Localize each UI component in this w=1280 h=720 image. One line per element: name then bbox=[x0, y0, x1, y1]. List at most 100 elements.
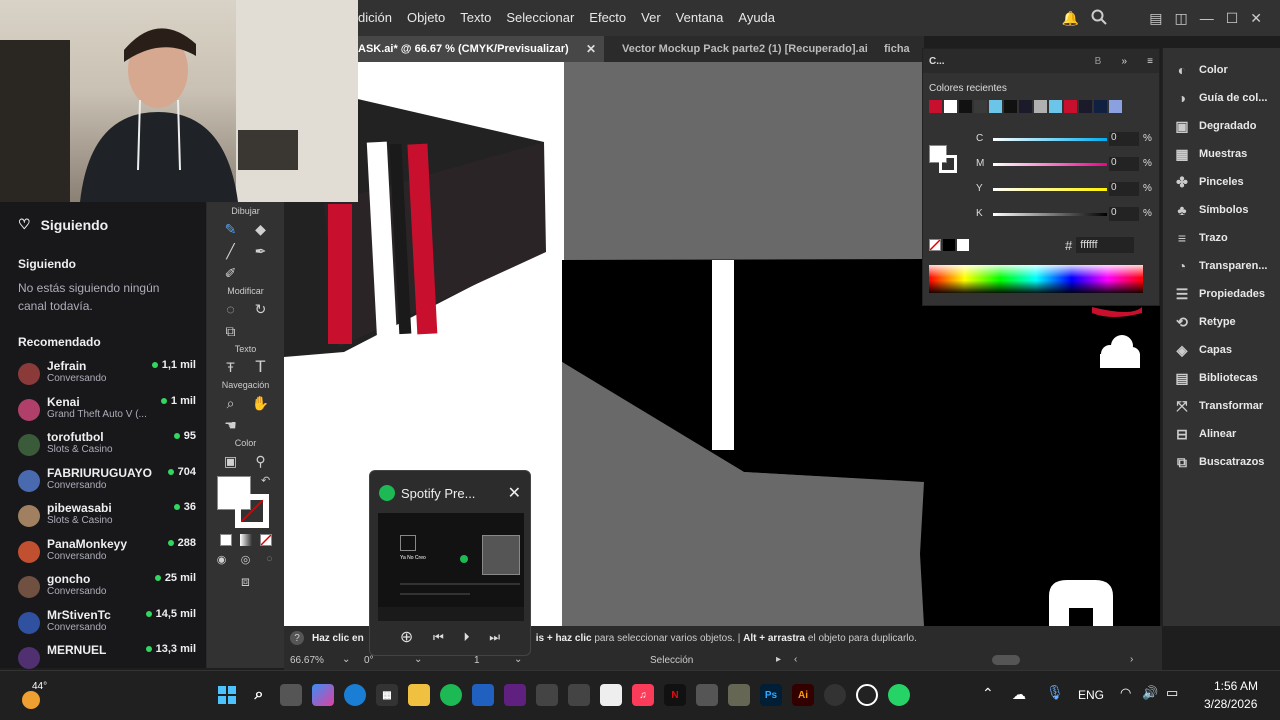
panel-item[interactable]: ◔ Transparen... bbox=[1163, 252, 1280, 280]
menu-select[interactable]: Seleccionar bbox=[506, 10, 574, 25]
recent-color-swatch[interactable] bbox=[1094, 100, 1107, 113]
play-pause-icon[interactable]: ⏵ bbox=[464, 630, 470, 645]
scroll-left-icon[interactable]: ‹ bbox=[794, 654, 797, 665]
following-header[interactable]: ♡ Siguiendo bbox=[0, 202, 206, 247]
pen-icon[interactable]: ✒ bbox=[252, 242, 270, 260]
tab-document-2[interactable]: Vector Mockup Pack parte2 (1) [Recuperad… bbox=[604, 36, 876, 62]
pencil-icon[interactable]: ✎ bbox=[222, 220, 240, 238]
rotate-icon[interactable]: ↻ bbox=[252, 300, 270, 318]
tab-color[interactable]: C... bbox=[929, 56, 945, 67]
panel-item[interactable]: ◑ Guía de col... bbox=[1163, 84, 1280, 112]
menu-effect[interactable]: Efecto bbox=[589, 10, 626, 25]
cmyk-slider[interactable]: C 0% bbox=[959, 132, 1152, 147]
arrange-icon[interactable]: ◫ bbox=[1174, 10, 1187, 27]
slider-track[interactable] bbox=[993, 188, 1107, 191]
spotify-icon[interactable] bbox=[440, 684, 462, 706]
previous-icon[interactable]: ⏮ bbox=[433, 630, 444, 645]
photoshop-icon[interactable]: Ps bbox=[760, 684, 782, 706]
netflix-icon[interactable]: N bbox=[664, 684, 686, 706]
spotify-thumbnail[interactable]: Ya No Creo bbox=[378, 513, 524, 621]
channel-item[interactable]: Kenai Grand Theft Auto V (... 1 mil bbox=[0, 395, 206, 431]
channel-item[interactable]: MrStivenTc Conversando 14,5 mil bbox=[0, 608, 206, 644]
search-icon[interactable]: ⌕ bbox=[248, 684, 270, 706]
recent-color-swatch[interactable] bbox=[1049, 100, 1062, 113]
tab-other[interactable]: B bbox=[1095, 56, 1102, 67]
shape-builder-icon[interactable]: ⧉ bbox=[222, 322, 240, 340]
panel-item[interactable]: ⟲ Retype bbox=[1163, 308, 1280, 336]
add-icon[interactable]: ⊕ bbox=[400, 627, 413, 647]
battery-icon[interactable]: ▭ bbox=[1166, 685, 1178, 701]
draw-inside-icon[interactable]: ○ bbox=[261, 550, 279, 568]
channel-item[interactable]: goncho Conversando 25 mil bbox=[0, 572, 206, 608]
file-explorer-icon[interactable] bbox=[408, 684, 430, 706]
type-on-path-icon[interactable]: Ŧ bbox=[222, 358, 240, 376]
slider-value[interactable]: 0 bbox=[1109, 207, 1139, 221]
panel-item[interactable]: ♣ Símbolos bbox=[1163, 196, 1280, 224]
volume-icon[interactable]: 🔊 bbox=[1142, 685, 1158, 701]
rotation-value[interactable]: 0° bbox=[364, 655, 374, 666]
channel-item[interactable]: FABRIURUGUAYO Conversando 704 bbox=[0, 466, 206, 502]
none-swatch[interactable] bbox=[929, 239, 941, 251]
minimize-icon[interactable]: — bbox=[1200, 10, 1214, 26]
panel-expand-icon[interactable]: » bbox=[1121, 56, 1127, 67]
none-mode-icon[interactable] bbox=[259, 534, 272, 546]
app-icon-6[interactable] bbox=[856, 684, 878, 706]
channel-item[interactable]: Jefrain Conversando 1,1 mil bbox=[0, 359, 206, 395]
workspace-icon[interactable]: ▤ bbox=[1149, 10, 1162, 27]
illustrator-icon[interactable]: Ai bbox=[792, 684, 814, 706]
maximize-icon[interactable]: ☐ bbox=[1226, 10, 1239, 27]
start-icon[interactable] bbox=[216, 684, 238, 706]
panel-item[interactable]: ▣ Degradado bbox=[1163, 112, 1280, 140]
close-icon[interactable]: ✕ bbox=[508, 483, 521, 503]
calculator-icon[interactable] bbox=[696, 684, 718, 706]
panel-item[interactable]: ▤ Bibliotecas bbox=[1163, 364, 1280, 392]
stroke-swatch[interactable] bbox=[235, 494, 269, 528]
panel-item[interactable]: ⊟ Alinear bbox=[1163, 420, 1280, 448]
type-icon[interactable]: T bbox=[252, 357, 270, 376]
defender-icon[interactable] bbox=[472, 684, 494, 706]
panel-item[interactable]: ◐ Color bbox=[1163, 56, 1280, 84]
slider-track[interactable] bbox=[993, 213, 1107, 216]
tool-menu-arrow-icon[interactable]: ▸ bbox=[776, 654, 781, 665]
channel-item[interactable]: PanaMonkeyy Conversando 288 bbox=[0, 537, 206, 573]
panel-item[interactable]: ✤ Pinceles bbox=[1163, 168, 1280, 196]
menu-view[interactable]: Ver bbox=[641, 10, 661, 25]
scroll-right-icon[interactable]: › bbox=[1130, 654, 1133, 665]
screen-mode-icon[interactable]: ⧈ bbox=[237, 572, 255, 590]
menu-object[interactable]: Objeto bbox=[407, 10, 445, 25]
menu-edit[interactable]: dición bbox=[358, 10, 392, 25]
task-view-icon[interactable] bbox=[280, 684, 302, 706]
recent-color-swatch[interactable] bbox=[1064, 100, 1077, 113]
microphone-icon[interactable]: 🎙 bbox=[1046, 684, 1064, 701]
eyedropper-icon[interactable]: ⚲ bbox=[252, 452, 270, 470]
store-icon[interactable]: ▦ bbox=[376, 684, 398, 706]
recent-color-swatch[interactable] bbox=[1019, 100, 1032, 113]
app-icon-5[interactable] bbox=[728, 684, 750, 706]
whatsapp-icon[interactable] bbox=[888, 684, 910, 706]
notifications-icon[interactable]: 🔔 bbox=[1062, 10, 1079, 27]
zoom-dropdown-icon[interactable]: ⌄ bbox=[342, 654, 350, 665]
menu-help[interactable]: Ayuda bbox=[738, 10, 775, 25]
app-icon-2[interactable] bbox=[536, 684, 558, 706]
tray-chevron-icon[interactable]: ⌃ bbox=[982, 685, 994, 702]
lasso-icon[interactable]: ◌ bbox=[222, 300, 240, 318]
cmyk-slider[interactable]: M 0% bbox=[959, 157, 1152, 172]
slider-value[interactable]: 0 bbox=[1109, 132, 1139, 146]
hex-field[interactable]: # ffffff bbox=[1065, 237, 1135, 253]
weather-widget[interactable]: 44° bbox=[20, 679, 50, 713]
app-icon-1[interactable] bbox=[504, 684, 526, 706]
recent-color-swatch[interactable] bbox=[1004, 100, 1017, 113]
search-icon[interactable] bbox=[1091, 9, 1107, 28]
panel-menu-icon[interactable]: ≡ bbox=[1147, 56, 1153, 67]
gradient-tool-icon[interactable]: ▣ bbox=[222, 452, 240, 470]
recent-color-swatch[interactable] bbox=[944, 100, 957, 113]
spotify-preview[interactable]: Spotify Pre... ✕ Ya No Creo ⊕ ⏮ ⏵ ⏭ bbox=[369, 470, 531, 656]
recent-color-swatch[interactable] bbox=[929, 100, 942, 113]
hex-value[interactable]: ffffff bbox=[1076, 237, 1135, 253]
channel-item[interactable]: pibewasabi Slots & Casino 36 bbox=[0, 501, 206, 537]
help-icon[interactable]: ? bbox=[290, 631, 304, 645]
swap-icon[interactable]: ↶ bbox=[261, 474, 270, 487]
slider-track[interactable] bbox=[993, 163, 1107, 166]
draw-mode-icon[interactable]: ◉ bbox=[213, 550, 231, 568]
eraser-icon[interactable]: ◆ bbox=[252, 220, 270, 238]
